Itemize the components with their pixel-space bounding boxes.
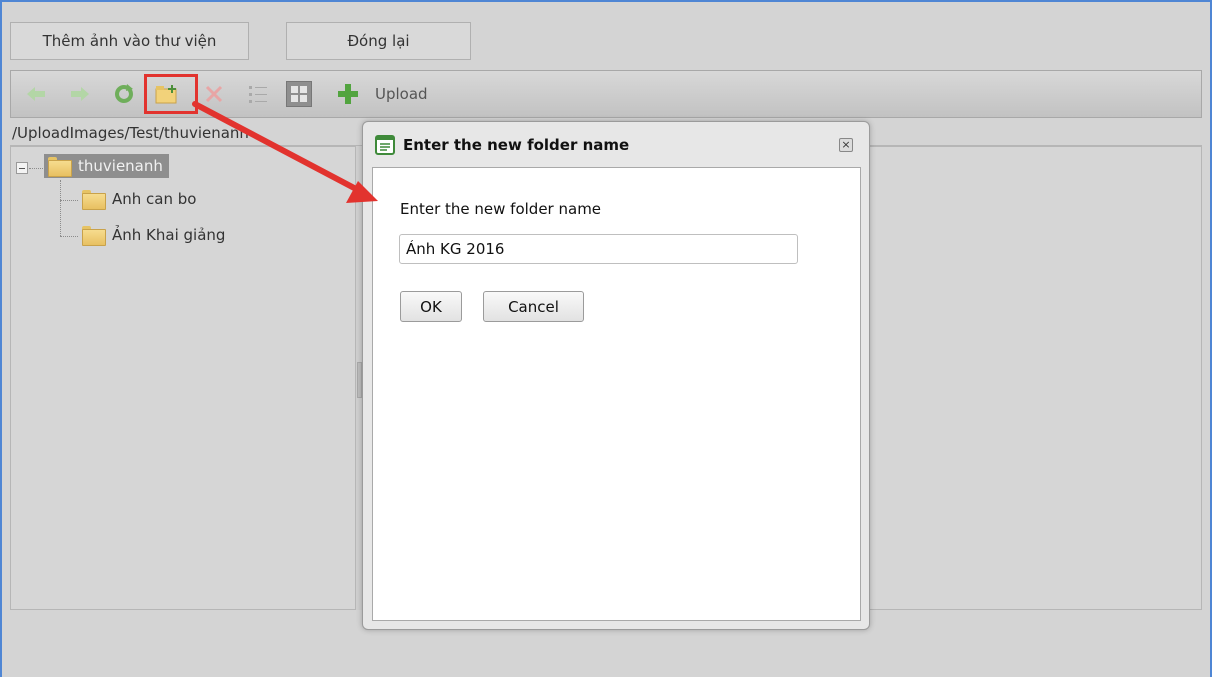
folder-icon xyxy=(82,226,106,246)
ok-button[interactable]: OK xyxy=(400,291,462,322)
folder-name-input[interactable] xyxy=(399,234,798,264)
tree-node-root[interactable]: thuvienanh xyxy=(44,154,169,178)
tree-connector xyxy=(60,236,78,237)
thumbnail-view-icon[interactable] xyxy=(286,81,312,107)
tree-node-child[interactable]: Anh can bo xyxy=(82,190,197,210)
add-icon[interactable] xyxy=(335,81,361,107)
back-arrow-icon[interactable] xyxy=(23,81,49,107)
annotation-highlight-box xyxy=(144,74,198,114)
tree-connector xyxy=(60,200,78,201)
tree-connector xyxy=(60,180,61,236)
collapse-toggle[interactable] xyxy=(16,162,28,174)
tree-node-label: thuvienanh xyxy=(78,157,163,175)
add-to-library-button[interactable]: Thêm ảnh vào thư viện xyxy=(10,22,249,60)
folder-icon xyxy=(82,190,106,210)
dialog-titlebar[interactable]: Enter the new folder name × xyxy=(363,122,869,167)
delete-icon[interactable] xyxy=(201,81,227,107)
tree-connector xyxy=(29,168,43,169)
dialog-window-icon xyxy=(375,134,395,155)
folder-name-label: Enter the new folder name xyxy=(400,200,602,218)
tree-node-label: Anh can bo xyxy=(112,190,197,208)
tree-node-child[interactable]: Ảnh Khai giảng xyxy=(82,226,226,246)
new-folder-dialog: Enter the new folder name × Enter the ne… xyxy=(362,121,870,630)
cancel-button[interactable]: Cancel xyxy=(483,291,584,322)
folder-tree-pane xyxy=(10,146,356,610)
tree-node-label: Ảnh Khai giảng xyxy=(112,226,226,244)
dialog-body: Enter the new folder name OK Cancel xyxy=(372,167,861,621)
refresh-icon[interactable] xyxy=(111,81,137,107)
folder-icon xyxy=(48,157,72,177)
forward-arrow-icon[interactable] xyxy=(67,81,93,107)
list-view-icon[interactable] xyxy=(245,81,271,107)
close-icon[interactable]: × xyxy=(839,138,853,152)
dialog-title: Enter the new folder name xyxy=(403,135,630,154)
upload-label[interactable]: Upload xyxy=(375,85,428,103)
close-button[interactable]: Đóng lại xyxy=(286,22,471,60)
